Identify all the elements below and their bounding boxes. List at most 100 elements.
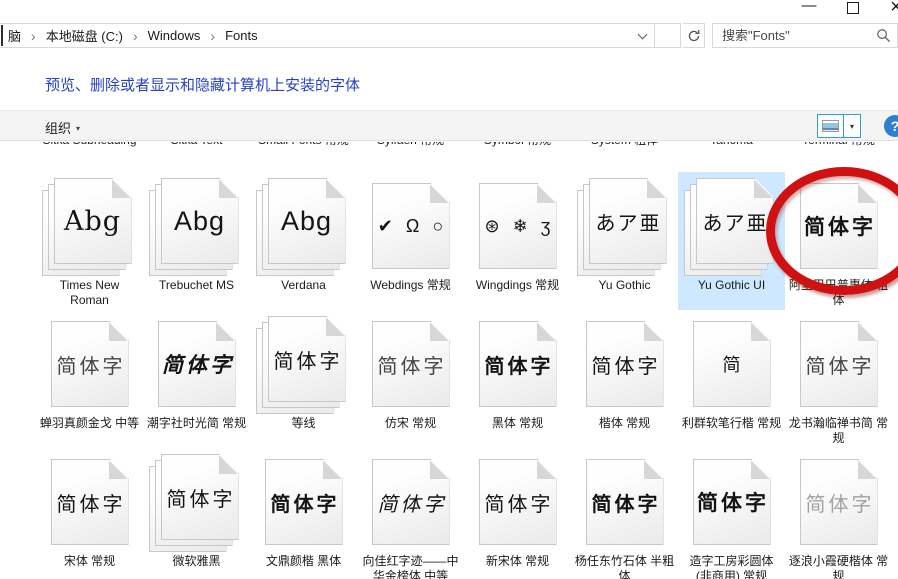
dropdown-arrow-icon: ▾ <box>76 124 80 133</box>
font-preview-glyph: 简体字 <box>587 322 663 406</box>
refresh-button[interactable] <box>683 23 705 48</box>
page-icon: ✔ Ω ○ <box>372 183 450 269</box>
breadcrumb-this-pc[interactable]: 脑 <box>6 26 23 45</box>
font-tile-alibaba-puhuiti[interactable]: 简体字 阿里巴巴普惠体 粗体 <box>785 172 892 310</box>
font-tile-label: Yu Gothic UI <box>678 278 785 308</box>
font-tile-verdana[interactable]: Abg Verdana <box>250 172 357 310</box>
font-tile-wending-yankai[interactable]: 简体字 文鼎颜楷 黑体 <box>250 448 357 579</box>
page-icon: 简体字 <box>800 459 878 545</box>
font-tile-label: 新宋体 常规 <box>464 554 571 579</box>
page-icon: 简体字 <box>51 321 129 407</box>
change-view-button[interactable] <box>817 114 844 138</box>
font-preview-glyph: 简体字 <box>480 460 556 544</box>
font-tile-label: 黑体 常规 <box>464 416 571 446</box>
font-tile-label[interactable]: Small Fonts 常规 <box>250 142 357 168</box>
font-tile-label: 蝉羽真颜金戈 中等 <box>36 416 143 446</box>
font-tile-chanyu-zhenyan-jinge[interactable]: 简体字 蝉羽真颜金戈 中等 <box>36 310 143 448</box>
breadcrumb-fonts[interactable]: Fonts <box>223 28 260 43</box>
font-preview-glyph: 简体字 <box>801 322 877 406</box>
font-tile-times-new-roman[interactable]: Abg Times New Roman <box>36 172 143 310</box>
font-tile-label[interactable]: Sitka Subheading <box>36 142 143 168</box>
page-icon: 简体字 <box>479 321 557 407</box>
font-tile-label: 等线 <box>250 416 357 446</box>
page-icon: 简体字 <box>800 321 878 407</box>
page-icon: 简体字 <box>268 316 346 402</box>
font-tile-kaiti[interactable]: 简体字 楷体 常规 <box>571 310 678 448</box>
breadcrumb-local-disk-c[interactable]: 本地磁盘 (C:) <box>44 26 125 45</box>
font-tile-webdings[interactable]: ✔ Ω ○ Webdings 常规 <box>357 172 464 310</box>
page-icon: 简体字 <box>586 459 664 545</box>
font-tile-label[interactable]: Tahoma <box>678 142 785 168</box>
font-tile-label: 造字工房彩圆体 (非商用) 常规 <box>678 554 785 579</box>
font-tile-label: Times New Roman <box>36 278 143 308</box>
font-preview-glyph: 简体字 <box>480 322 556 406</box>
font-tile-label[interactable]: System 粗体 <box>571 142 678 168</box>
font-tile-yangrendong-zhushi[interactable]: 简体字 杨任东竹石体 半粗体 <box>571 448 678 579</box>
font-tile-fangsong[interactable]: 简体字 仿宋 常规 <box>357 310 464 448</box>
maximize-button[interactable] <box>847 2 859 14</box>
font-tile-label[interactable]: Sylfaen 常规 <box>357 142 464 168</box>
clipped-pc-icon <box>1 25 3 46</box>
page-icon: Abg <box>54 178 132 264</box>
font-preview-glyph: 简体字 <box>694 460 770 544</box>
font-tile-yu-gothic[interactable]: あア亜 Yu Gothic <box>571 172 678 310</box>
thumbnail-view-icon <box>822 120 839 132</box>
page-icon: あア亜 <box>589 178 667 264</box>
organize-menu-button[interactable]: 组织▾ <box>45 118 80 137</box>
font-tile-label: Yu Gothic <box>571 278 678 308</box>
font-tile-trebuchet-ms[interactable]: Abg Trebuchet MS <box>143 172 250 310</box>
page-icon: 简体字 <box>693 459 771 545</box>
font-tile-liqun-ruanbi-xingkai[interactable]: 简 利群软笔行楷 常规 <box>678 310 785 448</box>
font-tile-label: 向佳红字迹——中华金榜体 中等 <box>357 554 464 579</box>
font-tile-chaozishe-shiguang[interactable]: 简体字 潮字社时光简 常规 <box>143 310 250 448</box>
page-icon: 简 <box>693 321 771 407</box>
font-preview-glyph: Abg <box>269 179 345 263</box>
font-tile-label: 潮字社时光简 常规 <box>143 416 250 446</box>
font-preview-glyph: 简体字 <box>269 317 345 401</box>
font-tile-label[interactable]: Sitka Text <box>143 142 250 168</box>
font-tile-label: Webdings 常规 <box>357 278 464 308</box>
search-box <box>712 23 898 48</box>
font-tile-heiti[interactable]: 简体字 黑体 常规 <box>464 310 571 448</box>
font-tile-yu-gothic-ui-selected[interactable]: あア亜 Yu Gothic UI <box>678 172 785 310</box>
close-button[interactable]: × <box>883 0 898 19</box>
font-tile-longshu-hanlin-chanshu[interactable]: 简体字 龙书瀚临禅书简 常规 <box>785 310 892 448</box>
font-preview-glyph: 简体字 <box>801 460 877 544</box>
view-options-dropdown[interactable]: ▾ <box>844 114 861 138</box>
page-icon: 简体字 <box>51 459 129 545</box>
font-preview-glyph: 简体字 <box>373 322 449 406</box>
search-input[interactable] <box>713 24 897 47</box>
page-icon: 简体字 <box>479 459 557 545</box>
font-tile-dengxian[interactable]: 简体字 等线 <box>250 310 357 448</box>
address-dropdown-button[interactable] <box>630 24 654 47</box>
font-tile-label[interactable]: Terminal 常规 <box>785 142 892 168</box>
font-tile-label: 逐浪小霞硬楷体 常规 <box>785 554 892 579</box>
font-tile-zaozigongfang-caiyuan[interactable]: 简体字 造字工房彩圆体 (非商用) 常规 <box>678 448 785 579</box>
page-icon: あア亜 <box>696 178 774 264</box>
font-grid-row: Abg Times New Roman Abg Trebuchet MS Abg… <box>36 172 898 310</box>
font-tile-label[interactable]: Symbol 常规 <box>464 142 571 168</box>
font-tile-label: Wingdings 常规 <box>464 278 571 308</box>
preview-delete-fonts-link[interactable]: 预览、删除或者显示和隐藏计算机上安装的字体 <box>45 74 360 95</box>
font-preview-glyph: 简体字 <box>587 460 663 544</box>
font-tile-label: 利群软笔行楷 常规 <box>678 416 785 446</box>
font-tile-zhulang-xiaoxia-yingkai[interactable]: 简体字 逐浪小霞硬楷体 常规 <box>785 448 892 579</box>
font-preview-glyph: 简体字 <box>266 460 342 544</box>
font-preview-glyph: 简 <box>694 322 770 406</box>
font-preview-glyph: あア亜 <box>590 179 666 263</box>
help-button[interactable]: ? <box>884 115 898 137</box>
page-icon: ⊛ ❄ ʒ <box>479 183 557 269</box>
page-icon: 简体字 <box>372 459 450 545</box>
search-icon[interactable] <box>876 28 891 43</box>
font-tile-microsoft-yahei[interactable]: 简体字 微软雅黑 <box>143 448 250 579</box>
breadcrumb-windows[interactable]: Windows <box>146 28 203 43</box>
chevron-down-icon <box>637 29 647 39</box>
font-tile-xiangjiahong-zhonghua-jinbang[interactable]: 简体字 向佳红字迹——中华金榜体 中等 <box>357 448 464 579</box>
minimize-button[interactable]: — <box>796 0 822 14</box>
font-tile-label: 宋体 常规 <box>36 554 143 579</box>
font-tile-wingdings[interactable]: ⊛ ❄ ʒ Wingdings 常规 <box>464 172 571 310</box>
font-tile-label: 杨任东竹石体 半粗体 <box>571 554 678 579</box>
font-tile-simsun[interactable]: 简体字 宋体 常规 <box>36 448 143 579</box>
font-tile-nsimsun[interactable]: 简体字 新宋体 常规 <box>464 448 571 579</box>
font-preview-glyph: 简体字 <box>373 460 449 544</box>
